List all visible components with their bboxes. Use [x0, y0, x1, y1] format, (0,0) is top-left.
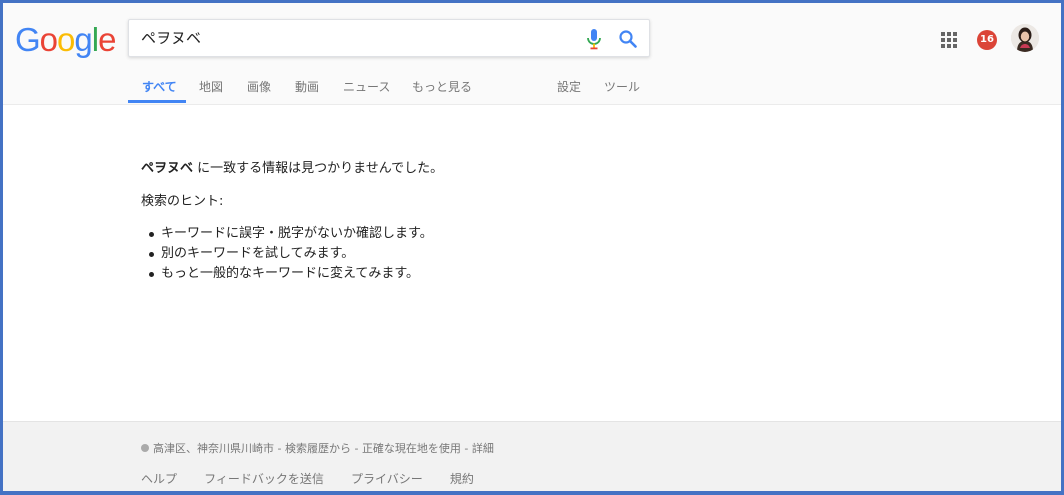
- notification-badge[interactable]: 16: [977, 30, 997, 50]
- footer: 高津区、神奈川県川崎市 - 検索履歴から - 正確な現在地を使用 - 詳細 ヘル…: [3, 421, 1061, 491]
- separator: -: [350, 442, 362, 455]
- google-logo[interactable]: Google: [15, 20, 116, 60]
- logo-letter: G: [15, 21, 41, 58]
- location-text: 高津区、神奈川県川崎市: [153, 442, 274, 455]
- precise-location-link[interactable]: 正確な現在地を使用: [362, 442, 461, 455]
- no-results-message: ペヲヌベ に一致する情報は見つかりませんでした。: [141, 159, 841, 179]
- active-tab-indicator: [128, 100, 186, 103]
- separator: -: [460, 442, 472, 455]
- logo-letter: g: [74, 21, 92, 58]
- location-line: 高津区、神奈川県川崎市 - 検索履歴から - 正確な現在地を使用 - 詳細: [141, 440, 494, 456]
- logo-letter: e: [98, 21, 116, 58]
- hint-title: 検索のヒント:: [141, 194, 224, 209]
- search-icon[interactable]: [618, 29, 638, 49]
- no-results-text: に一致する情報は見つかりませんでした。: [193, 161, 444, 176]
- list-item: 別のキーワードを試してみます。: [149, 244, 841, 264]
- search-box[interactable]: [128, 19, 650, 57]
- list-item: キーワードに誤字・脱字がないか確認します。: [149, 224, 841, 244]
- terms-link[interactable]: 規約: [450, 470, 474, 487]
- feedback-link[interactable]: フィードバックを送信: [204, 470, 324, 487]
- mic-icon[interactable]: [585, 28, 603, 50]
- query-term: ペヲヌベ: [141, 161, 194, 176]
- tab-maps[interactable]: 地図: [199, 69, 223, 105]
- tab-videos[interactable]: 動画: [295, 69, 319, 105]
- hint-list: キーワードに誤字・脱字がないか確認します。 別のキーワードを試してみます。 もっ…: [141, 224, 841, 284]
- tab-images[interactable]: 画像: [247, 69, 271, 105]
- footer-links: ヘルプ フィードバックを送信 プライバシー 規約: [141, 468, 496, 487]
- location-history-link[interactable]: 検索履歴から: [285, 442, 351, 455]
- tab-news[interactable]: ニュース: [343, 69, 390, 105]
- details-link[interactable]: 詳細: [472, 442, 494, 455]
- avatar-image: [1011, 24, 1039, 52]
- tab-more[interactable]: もっと見る: [412, 69, 472, 105]
- help-link[interactable]: ヘルプ: [141, 470, 177, 487]
- search-input[interactable]: [141, 20, 561, 56]
- results-area: ペヲヌベ に一致する情報は見つかりませんでした。 検索のヒント: キーワードに誤…: [141, 159, 841, 284]
- avatar[interactable]: [1011, 24, 1039, 52]
- logo-letter: o: [57, 21, 75, 58]
- separator: -: [274, 442, 285, 455]
- search-header: Google 16: [3, 3, 1061, 105]
- browser-frame: Google 16: [0, 0, 1064, 495]
- logo-letter: o: [39, 21, 58, 58]
- apps-grid-icon[interactable]: [941, 32, 957, 48]
- list-item: もっと一般的なキーワードに変えてみます。: [149, 264, 841, 284]
- privacy-link[interactable]: プライバシー: [351, 470, 423, 487]
- tab-tools[interactable]: ツール: [604, 69, 640, 105]
- location-dot-icon: [141, 444, 149, 452]
- tab-settings[interactable]: 設定: [557, 69, 581, 105]
